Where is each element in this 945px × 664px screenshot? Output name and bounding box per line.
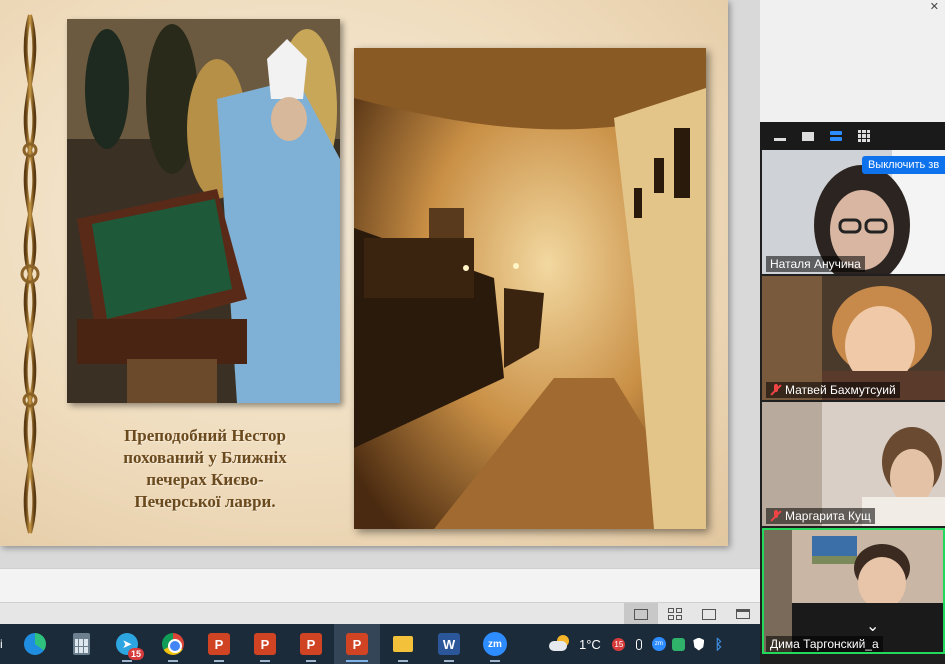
taskbar-edge: i bbox=[0, 637, 3, 651]
powerpoint-icon: P bbox=[346, 633, 368, 655]
normal-view-icon bbox=[634, 608, 648, 620]
slide-caption: Преподобний Нестор похований у Ближніх п… bbox=[70, 425, 340, 513]
close-icon[interactable]: ✕ bbox=[930, 0, 939, 13]
caption-line: Преподобний Нестор bbox=[124, 426, 286, 445]
participant-name: Наталя Анучина bbox=[770, 257, 861, 271]
app-icon bbox=[672, 637, 686, 651]
taskbar-word[interactable]: W bbox=[426, 624, 472, 664]
view-buttons bbox=[624, 603, 760, 625]
muted-mic-icon bbox=[770, 510, 782, 522]
tray-bluetooth[interactable]: ᛒ bbox=[709, 634, 729, 654]
taskbar-chrome[interactable] bbox=[150, 624, 196, 664]
participant-name-label: Матвей Бахмутсуий bbox=[766, 382, 900, 398]
taskbar-powerpoint-4[interactable]: P bbox=[334, 624, 380, 664]
edge-icon bbox=[24, 633, 46, 655]
notes-pane[interactable] bbox=[0, 568, 760, 602]
minimize-button[interactable] bbox=[766, 125, 794, 147]
participant-tile[interactable]: Выключить зв Наталя Анучина bbox=[762, 150, 945, 274]
participant-name-label: Маргарита Кущ bbox=[766, 508, 875, 524]
speaker-view-button[interactable] bbox=[822, 125, 850, 147]
slide-editor-area: Преподобний Нестор похований у Ближніх п… bbox=[0, 0, 760, 568]
slide: Преподобний Нестор похований у Ближніх п… bbox=[0, 0, 728, 546]
participant-name: Матвей Бахмутсуий bbox=[785, 383, 896, 397]
reading-view-button[interactable] bbox=[692, 603, 726, 625]
speaker-view-icon bbox=[830, 131, 842, 141]
chevron-down-icon[interactable]: ⌄ bbox=[866, 616, 879, 636]
muted-mic-icon bbox=[770, 384, 782, 396]
screen: Преподобний Нестор похований у Ближніх п… bbox=[0, 0, 945, 664]
chrome-icon bbox=[162, 633, 184, 655]
caption-line: Печерської лаври. bbox=[134, 492, 276, 511]
cave-corridor-photo bbox=[354, 48, 706, 529]
tray-zoom[interactable]: zm bbox=[649, 634, 669, 654]
bluetooth-icon: ᛒ bbox=[714, 636, 724, 652]
slide-sorter-icon bbox=[668, 608, 682, 620]
tray-microphone[interactable] bbox=[629, 634, 649, 654]
taskbar-zoom[interactable]: zm bbox=[472, 624, 518, 664]
taskbar-calculator[interactable] bbox=[58, 624, 104, 664]
notification-badge: 15 bbox=[127, 648, 144, 660]
mute-all-button[interactable]: Выключить зв bbox=[862, 156, 945, 174]
reading-view-icon bbox=[702, 608, 716, 620]
system-tray: 1°C 15 zm ᛒ bbox=[545, 624, 760, 664]
zoom-icon: zm bbox=[651, 637, 666, 651]
normal-view-button[interactable] bbox=[624, 603, 658, 625]
background-window: ✕ bbox=[760, 0, 945, 122]
caption-line: печерах Києво- bbox=[146, 470, 264, 489]
gallery-view-button[interactable] bbox=[850, 125, 878, 147]
minimize-icon bbox=[774, 137, 786, 141]
taskbar-edge-browser[interactable] bbox=[12, 624, 58, 664]
participant-name: Дима Таргонский_а bbox=[770, 637, 879, 651]
powerpoint-icon: P bbox=[300, 633, 322, 655]
zoom-toolbar bbox=[760, 122, 945, 150]
decorative-ornament bbox=[20, 14, 40, 534]
participant-name-label: Наталя Анучина bbox=[766, 256, 865, 272]
status-bar bbox=[0, 602, 760, 625]
word-icon: W bbox=[438, 633, 460, 655]
gallery-grid-icon bbox=[858, 130, 870, 142]
tray-notification[interactable]: 15 bbox=[609, 634, 629, 654]
tray-app[interactable] bbox=[669, 634, 689, 654]
slideshow-button[interactable] bbox=[726, 603, 760, 625]
temperature[interactable]: 1°C bbox=[579, 637, 601, 652]
calculator-icon bbox=[72, 633, 90, 655]
caption-line: похований у Ближніх bbox=[123, 448, 287, 467]
notification-badge-icon: 15 bbox=[612, 637, 626, 651]
powerpoint-icon: P bbox=[254, 633, 276, 655]
slide-sorter-button[interactable] bbox=[658, 603, 692, 625]
taskbar-telegram[interactable]: ➤ 15 bbox=[104, 624, 150, 664]
taskbar-powerpoint-2[interactable]: P bbox=[242, 624, 288, 664]
window-icon bbox=[802, 131, 814, 141]
slideshow-icon bbox=[736, 609, 750, 619]
microphone-icon bbox=[635, 638, 642, 650]
powerpoint-icon: P bbox=[208, 633, 230, 655]
participant-tile[interactable]: Матвей Бахмутсуий bbox=[762, 276, 945, 400]
taskbar-powerpoint-3[interactable]: P bbox=[288, 624, 334, 664]
participant-name: Маргарита Кущ bbox=[785, 509, 871, 523]
thumbnail-view-button[interactable] bbox=[794, 125, 822, 147]
participant-name-label: Дима Таргонский_а bbox=[766, 636, 883, 652]
zoom-icon: zm bbox=[483, 632, 507, 656]
burial-ceremony-photo bbox=[67, 19, 340, 403]
zoom-video-panel: Выключить зв Наталя Анучина Матвей Бахму… bbox=[760, 122, 945, 664]
weather-partly-cloudy-icon[interactable] bbox=[549, 635, 573, 653]
shield-icon bbox=[693, 637, 705, 651]
folder-icon bbox=[393, 636, 413, 652]
taskbar-file-explorer[interactable] bbox=[380, 624, 426, 664]
participant-tile-active[interactable]: ⌄ Дима Таргонский_а bbox=[762, 528, 945, 654]
participant-tile[interactable]: Маргарита Кущ bbox=[762, 402, 945, 526]
tray-security[interactable] bbox=[689, 634, 709, 654]
taskbar-powerpoint-1[interactable]: P bbox=[196, 624, 242, 664]
